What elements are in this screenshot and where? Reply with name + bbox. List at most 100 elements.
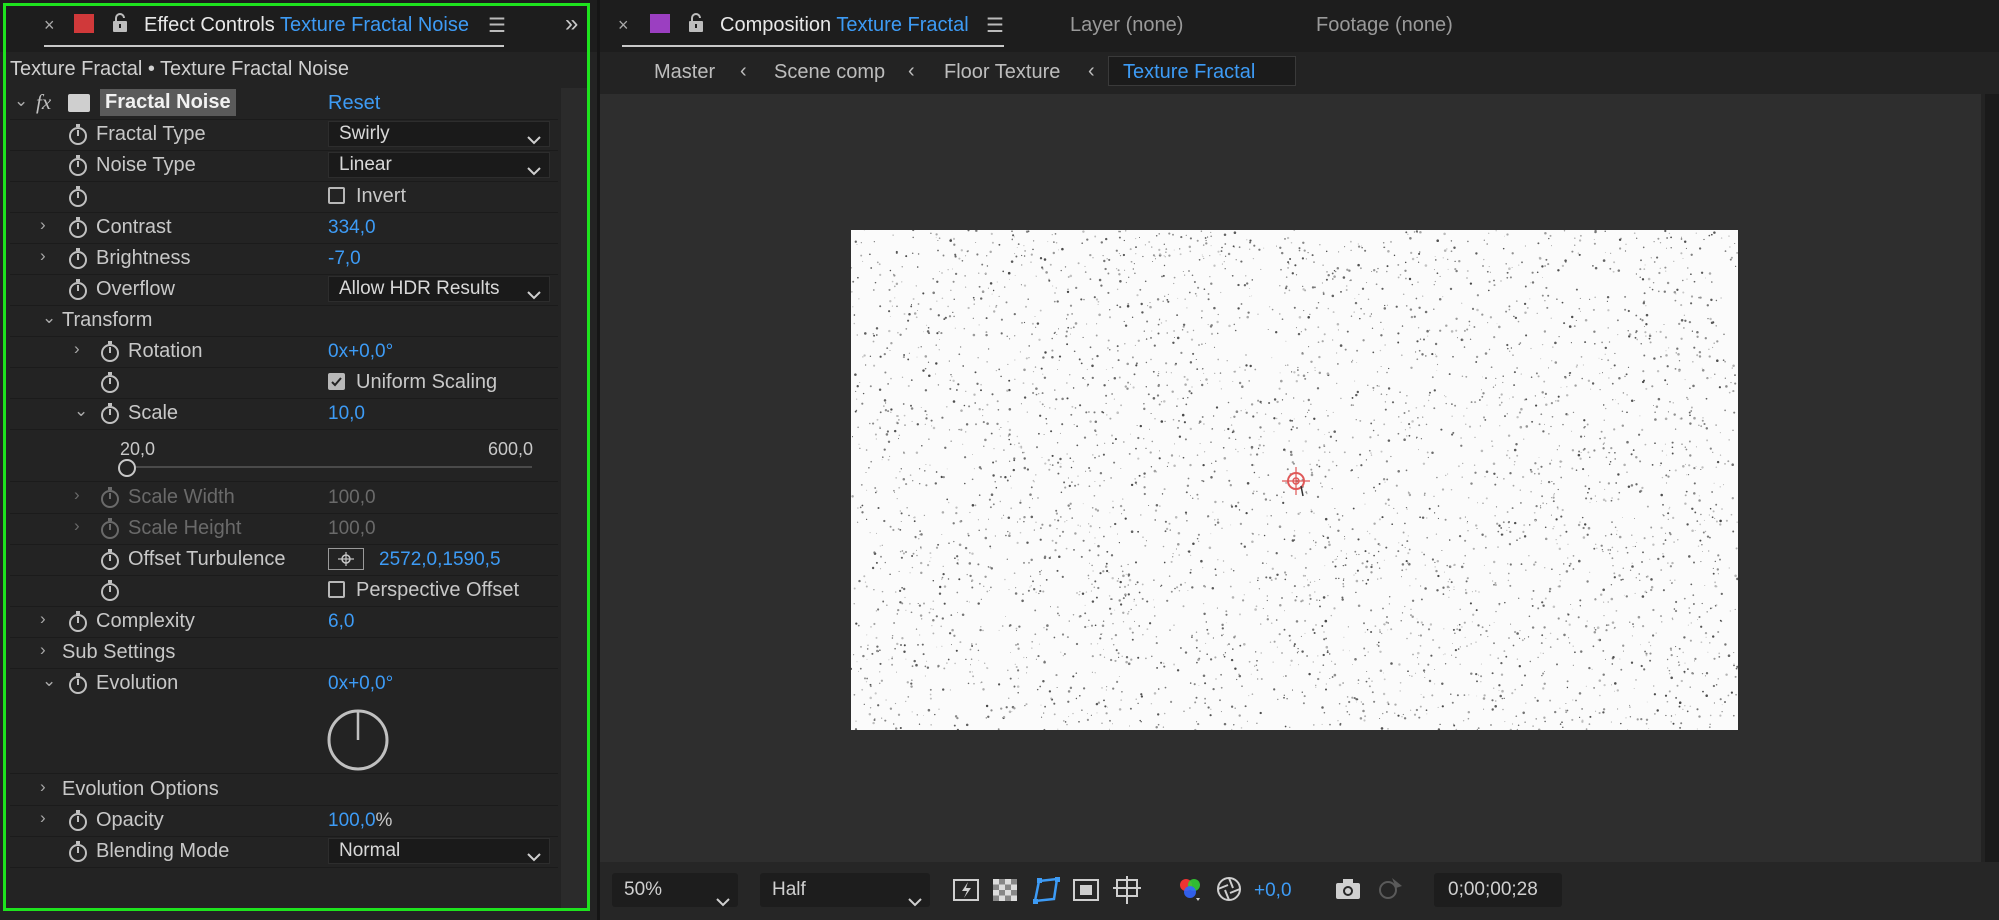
close-panel-button[interactable]: ×: [618, 15, 629, 36]
collapse-chevron-icon[interactable]: ⌄: [42, 671, 56, 691]
mask-path-visibility-icon[interactable]: [1030, 875, 1062, 910]
invert-checkbox[interactable]: [328, 187, 345, 204]
stopwatch-icon[interactable]: [68, 673, 87, 694]
grid-guides-icon[interactable]: [1112, 875, 1142, 910]
group-label[interactable]: Transform: [62, 309, 152, 332]
panel-scrollbar[interactable]: [561, 88, 590, 908]
anchor-point-icon[interactable]: [1279, 464, 1313, 503]
property-label: Scale Width: [128, 486, 235, 508]
expand-chevron-icon[interactable]: ›: [40, 215, 46, 235]
label-color-swatch[interactable]: [74, 14, 94, 33]
effect-name[interactable]: Fractal Noise: [100, 89, 236, 116]
magnification-dropdown[interactable]: 50%: [612, 873, 738, 907]
breadcrumb-texture-fractal: Texture Fractal: [1123, 61, 1256, 83]
dropdown-value: Normal: [339, 840, 401, 861]
exposure-aperture-icon[interactable]: [1216, 876, 1242, 907]
scale-value[interactable]: 10,0: [328, 403, 365, 425]
expand-chevron-icon[interactable]: ›: [40, 777, 46, 797]
breadcrumb-master[interactable]: Master: [654, 61, 715, 84]
effect-controls-tab[interactable]: Effect Controls Texture Fractal Noise: [144, 14, 469, 37]
overflow-dropdown[interactable]: Allow HDR Results: [328, 276, 550, 302]
stopwatch-icon[interactable]: [68, 186, 87, 207]
breadcrumb-current[interactable]: Texture Fractal: [1108, 56, 1296, 86]
show-snapshot-icon[interactable]: [1376, 876, 1404, 907]
uniform-scaling-checkbox[interactable]: [328, 373, 345, 390]
chevron-down-icon: [527, 845, 541, 869]
expand-chevron-icon[interactable]: ›: [40, 640, 46, 660]
collapse-chevron-icon[interactable]: ⌄: [42, 308, 56, 328]
stopwatch-icon[interactable]: [100, 403, 119, 424]
camera-snapshot-icon[interactable]: [1334, 877, 1362, 906]
panel-menu-icon[interactable]: ☰: [986, 13, 1004, 38]
fractal-type-dropdown[interactable]: Swirly: [328, 121, 550, 147]
collapse-chevron-icon[interactable]: ⌄: [14, 91, 28, 111]
stopwatch-icon[interactable]: [68, 124, 87, 145]
opacity-value[interactable]: 100,0: [328, 810, 376, 831]
chevron-left-icon: ‹: [908, 60, 915, 82]
expand-panels-icon[interactable]: »: [565, 10, 578, 38]
stopwatch-icon[interactable]: [68, 217, 87, 238]
fractal-type-row: Fractal Type Swirly: [10, 119, 558, 151]
expand-chevron-icon[interactable]: ›: [74, 339, 80, 359]
composition-preview-image[interactable]: [851, 230, 1738, 730]
stopwatch-icon[interactable]: [100, 580, 119, 601]
crosshair-point-icon[interactable]: [328, 548, 364, 570]
fx-toggle-icon[interactable]: fx: [36, 90, 51, 115]
chevron-down-icon: [527, 283, 541, 307]
checkbox-label: Perspective Offset: [356, 579, 520, 601]
exposure-value[interactable]: +0,0: [1254, 880, 1292, 902]
property-label: Offset Turbulence: [128, 548, 286, 570]
stopwatch-icon[interactable]: [68, 611, 87, 632]
stopwatch-icon[interactable]: [68, 841, 87, 862]
rotation-value[interactable]: 0x+0,0°: [328, 341, 393, 363]
perspective-offset-checkbox[interactable]: [328, 581, 345, 598]
composition-tab[interactable]: Composition Texture Fractal: [720, 14, 969, 37]
group-label[interactable]: Evolution Options: [62, 778, 219, 801]
expand-chevron-icon[interactable]: ›: [40, 808, 46, 828]
stopwatch-icon[interactable]: [100, 549, 119, 570]
effect-preset-icon[interactable]: [68, 94, 90, 112]
expand-chevron-icon[interactable]: ›: [40, 609, 46, 629]
fast-previews-icon[interactable]: [952, 876, 982, 909]
expand-chevron-icon[interactable]: ›: [74, 485, 80, 505]
stopwatch-icon[interactable]: [100, 341, 119, 362]
layer-tab[interactable]: Layer (none): [1070, 14, 1183, 37]
breadcrumb: Master ‹ Scene comp ‹ Floor Texture ‹ Te…: [600, 52, 1999, 94]
lock-icon[interactable]: [110, 12, 130, 39]
noise-type-dropdown[interactable]: Linear: [328, 152, 550, 178]
channel-rgb-icon[interactable]: [1176, 876, 1204, 909]
group-label[interactable]: Sub Settings: [62, 641, 175, 664]
resolution-dropdown[interactable]: Half: [760, 873, 930, 907]
evolution-options-row: › Evolution Options: [10, 774, 558, 806]
label-color-swatch[interactable]: [650, 14, 670, 33]
brightness-value[interactable]: -7,0: [328, 248, 361, 270]
slider-track[interactable]: [126, 466, 532, 468]
blending-mode-dropdown[interactable]: Normal: [328, 838, 550, 864]
opacity-value-group[interactable]: 100,0%: [328, 810, 392, 832]
panel-menu-icon[interactable]: ☰: [488, 13, 506, 38]
stopwatch-icon[interactable]: [100, 372, 119, 393]
breadcrumb-scene-comp[interactable]: Scene comp: [774, 61, 885, 84]
stopwatch-icon[interactable]: [68, 248, 87, 269]
complexity-value[interactable]: 6,0: [328, 611, 354, 633]
evolution-dial[interactable]: [326, 708, 390, 777]
stopwatch-icon[interactable]: [68, 279, 87, 300]
expand-chevron-icon[interactable]: ›: [74, 516, 80, 536]
breadcrumb-floor-texture[interactable]: Floor Texture: [944, 61, 1060, 84]
slider-thumb[interactable]: [118, 459, 136, 477]
lock-icon[interactable]: [686, 12, 706, 39]
footage-tab[interactable]: Footage (none): [1316, 14, 1453, 37]
region-of-interest-icon[interactable]: [1072, 877, 1100, 908]
reset-button[interactable]: Reset: [328, 92, 380, 115]
property-label: Fractal Type: [96, 123, 206, 145]
collapse-chevron-icon[interactable]: ⌄: [74, 401, 88, 421]
transparency-grid-icon[interactable]: [992, 878, 1018, 907]
expand-chevron-icon[interactable]: ›: [40, 246, 46, 266]
contrast-value[interactable]: 334,0: [328, 217, 376, 239]
offset-turbulence-value[interactable]: 2572,0,1590,5: [379, 549, 501, 571]
close-panel-button[interactable]: ×: [44, 15, 55, 36]
stopwatch-icon[interactable]: [68, 810, 87, 831]
evolution-value[interactable]: 0x+0,0°: [328, 673, 393, 695]
stopwatch-icon[interactable]: [68, 155, 87, 176]
current-time-display[interactable]: 0;00;00;28: [1434, 873, 1562, 907]
